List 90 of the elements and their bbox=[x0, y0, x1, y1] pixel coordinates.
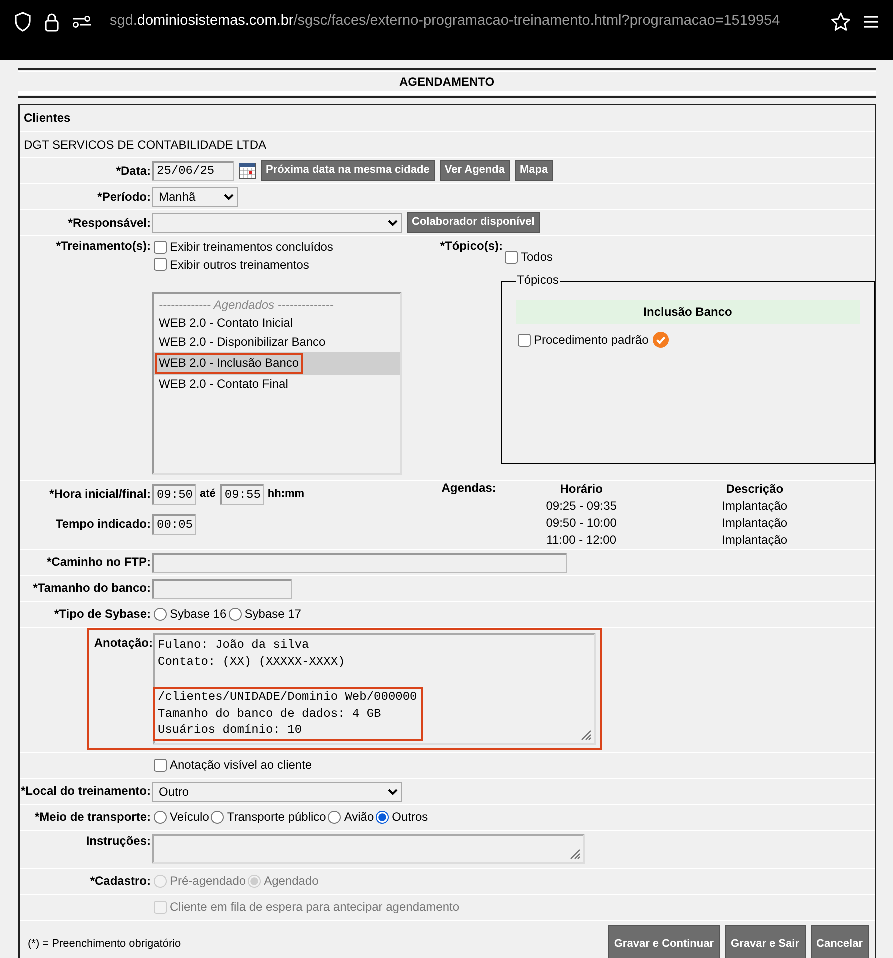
checkbox[interactable] bbox=[154, 759, 167, 772]
option-label: Transporte público bbox=[227, 810, 326, 825]
option-label: Veículo bbox=[170, 810, 210, 825]
time-separator: até bbox=[200, 488, 216, 501]
list-option[interactable]: WEB 2.0 - Inclusão Banco bbox=[154, 352, 400, 375]
ftp-path-field[interactable] bbox=[152, 552, 567, 573]
radio-button[interactable] bbox=[154, 608, 167, 622]
calendar-icon[interactable] bbox=[239, 162, 256, 180]
star-icon[interactable] bbox=[831, 12, 851, 32]
option-label: Todos bbox=[521, 250, 554, 265]
radio-button[interactable] bbox=[228, 608, 242, 622]
option-label: Sybase 16 bbox=[170, 607, 227, 622]
available-collaborator-button[interactable]: Colaborador disponível bbox=[407, 212, 540, 234]
resize-grip-icon bbox=[569, 848, 581, 860]
option-label: Avião bbox=[344, 810, 374, 825]
radio-button[interactable] bbox=[376, 811, 390, 824]
list-option[interactable]: WEB 2.0 - Disponibilizar Banco bbox=[154, 332, 400, 352]
field-label: *Data: bbox=[115, 164, 152, 178]
location-select[interactable]: Outro bbox=[152, 782, 402, 802]
save-continue-button[interactable]: Gravar e Continuar bbox=[608, 925, 720, 958]
footer-note: (*) = Preenchimento obrigatório bbox=[28, 938, 182, 951]
field-label: *Caminho no FTP: bbox=[46, 555, 152, 570]
next-date-button[interactable]: Próxima data na mesma cidade bbox=[261, 160, 435, 182]
table-cell-text: Implantação bbox=[721, 515, 789, 532]
menu-icon[interactable] bbox=[863, 15, 879, 29]
radio-button[interactable] bbox=[154, 811, 167, 824]
save-exit-button[interactable]: Gravar e Sair bbox=[725, 925, 806, 958]
table-cell-text: Implantação bbox=[721, 498, 789, 516]
option-label: Pré-agendado bbox=[170, 874, 246, 889]
cancel-button[interactable]: Cancelar bbox=[810, 925, 869, 958]
map-button[interactable]: Mapa bbox=[514, 160, 554, 182]
field-label: *Local do treinamento: bbox=[20, 784, 152, 799]
fieldset-legend: Tópicos bbox=[516, 272, 560, 288]
field-label: Tempo indicado: bbox=[54, 516, 152, 532]
client-name: DGT SERVICOS DE CONTABILIDADE LTDA bbox=[23, 138, 266, 152]
field-label: *Cadastro: bbox=[89, 874, 152, 889]
period-select[interactable]: Manhã bbox=[152, 186, 238, 207]
option-label: Agendado bbox=[264, 874, 319, 889]
duration-field[interactable]: 00:05 bbox=[152, 514, 196, 535]
column-header: Horário bbox=[559, 481, 604, 498]
field-label: *Responsável: bbox=[67, 216, 152, 230]
database-size-field[interactable] bbox=[152, 578, 292, 599]
option-label: Sybase 17 bbox=[244, 607, 302, 622]
field-label: *Tamanho do banco: bbox=[32, 581, 152, 596]
table-cell-text: 11:00 - 12:00 bbox=[546, 532, 618, 550]
checkbox[interactable] bbox=[518, 334, 531, 347]
table-cell-text: 09:25 - 09:35 bbox=[545, 498, 618, 516]
section-heading: Clientes bbox=[23, 111, 71, 126]
radio-button[interactable] bbox=[211, 811, 224, 824]
radio-button[interactable] bbox=[328, 811, 342, 824]
note-text: /clientes/UNIDADE/Dominio Web/000000 Tamanho do banco de dados: 4 GB Usuários domínio: 10 bbox=[153, 687, 424, 741]
list-group-header: ------------- Agendados -------------- bbox=[158, 297, 335, 314]
list-option[interactable]: WEB 2.0 - Contato Inicial bbox=[154, 314, 400, 333]
lock-icon bbox=[44, 12, 60, 32]
training-listbox[interactable]: ------------- Agendados -------------- WEB 2.0 - Contato Inicial WEB 2.0 - Disponibilizar Banco WEB 2.0 - Inclusão Banco WEB 2.0 - Contato Final bbox=[152, 292, 402, 476]
checkbox[interactable] bbox=[154, 258, 167, 272]
date-field[interactable]: 25/06/25 bbox=[152, 160, 234, 181]
topic-heading: Inclusão Banco bbox=[516, 300, 860, 324]
field-label: Agendas: bbox=[442, 481, 498, 496]
shield-icon bbox=[14, 12, 32, 32]
option-label: Anotação visível ao cliente bbox=[170, 758, 312, 773]
option-label: Exibir outros treinamentos bbox=[170, 258, 310, 272]
option-label: Exibir treinamentos concluídos bbox=[170, 240, 334, 255]
page-title: AGENDAMENTO bbox=[18, 71, 876, 96]
checkbox[interactable] bbox=[154, 241, 167, 254]
list-option[interactable]: WEB 2.0 - Contato Final bbox=[154, 374, 400, 394]
settings-icon[interactable] bbox=[72, 14, 92, 30]
option-label: Procedimento padrão bbox=[534, 332, 649, 348]
checkbox[interactable] bbox=[505, 251, 518, 264]
resize-grip-icon bbox=[580, 729, 592, 742]
field-label: *Período: bbox=[96, 190, 152, 204]
note-text: Fulano: João da silva Contato: (XX) (XXXXX-XXXX) bbox=[157, 637, 346, 670]
option-label: Outros bbox=[392, 810, 428, 825]
table-cell-text: 09:50 - 10:00 bbox=[545, 515, 618, 532]
start-time-field[interactable]: 09:50 bbox=[152, 484, 196, 505]
end-time-field[interactable]: 09:55 bbox=[220, 484, 264, 505]
table-cell-text: Implantação bbox=[721, 532, 789, 550]
column-header: Descrição bbox=[725, 481, 785, 498]
view-agenda-button[interactable]: Ver Agenda bbox=[440, 160, 510, 182]
instructions-field[interactable] bbox=[152, 834, 585, 864]
time-format-hint: hh:mm bbox=[268, 488, 305, 501]
field-label: *Meio de transporte: bbox=[34, 810, 152, 825]
field-label: *Hora inicial/final: bbox=[48, 486, 152, 502]
note-field[interactable]: Fulano: João da silva Contato: (XX) (XXXXX-XXXX) /clientes/UNIDADE/Dominio Web/000000 Tamanho do banco de dados: 4 GB Usuários domínio: 10 bbox=[153, 633, 596, 746]
field-label: *Tipo de Sybase: bbox=[54, 607, 152, 622]
field-label: *Treinamento(s): bbox=[55, 238, 152, 254]
field-label: *Tópico(s): bbox=[439, 238, 503, 254]
field-label: Anotação: bbox=[93, 635, 153, 651]
option-label: Cliente em fila de espera para antecipar agendamento bbox=[170, 900, 460, 915]
field-label: Instruções: bbox=[85, 834, 152, 849]
